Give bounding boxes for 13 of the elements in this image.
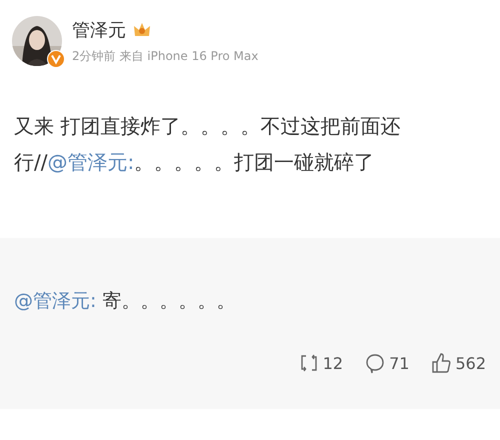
mention-link[interactable]: @管泽元: bbox=[47, 150, 134, 174]
repost-button[interactable]: 12 bbox=[298, 352, 344, 374]
post-text: 又来 打团直接炸了。。。。不过这把前面还行//@管泽元:。。。。。打团一碰就碎了 bbox=[13, 113, 402, 176]
author-name[interactable]: 管泽元 bbox=[72, 18, 126, 42]
repost-icon bbox=[298, 352, 319, 374]
like-button[interactable]: 562 bbox=[431, 352, 486, 374]
comment-button[interactable]: 71 bbox=[365, 352, 410, 374]
reposted-text: @管泽元: 寄。。。。。。 bbox=[14, 289, 236, 314]
mention-link[interactable]: @管泽元: bbox=[14, 290, 96, 312]
comment-icon bbox=[365, 352, 386, 374]
post-meta: 2分钟前 来自 iPhone 16 Pro Max bbox=[72, 48, 258, 64]
thumbs-up-icon bbox=[431, 352, 452, 374]
verified-badge-icon bbox=[47, 50, 65, 68]
